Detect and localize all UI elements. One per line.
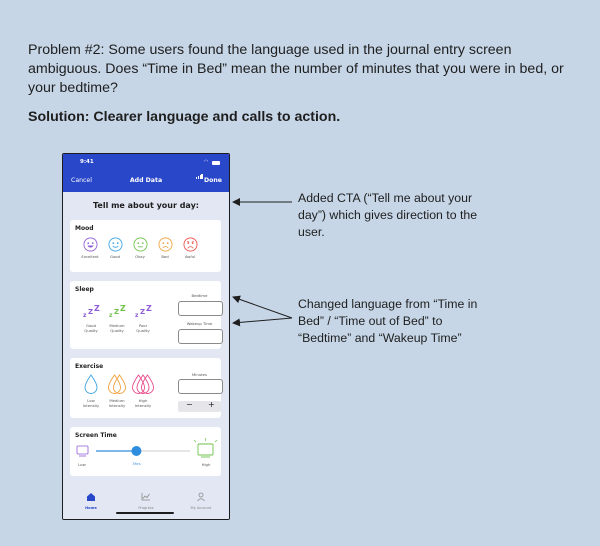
arrow-to-bedtime xyxy=(232,295,293,319)
annotation-arrows xyxy=(232,198,293,327)
annotation-language: Changed language from “Time in Bed” / “T… xyxy=(298,297,478,345)
annotation-cta: Added CTA (“Tell me about your day”) whi… xyxy=(298,191,478,239)
arrow-to-wakeup xyxy=(232,317,293,327)
